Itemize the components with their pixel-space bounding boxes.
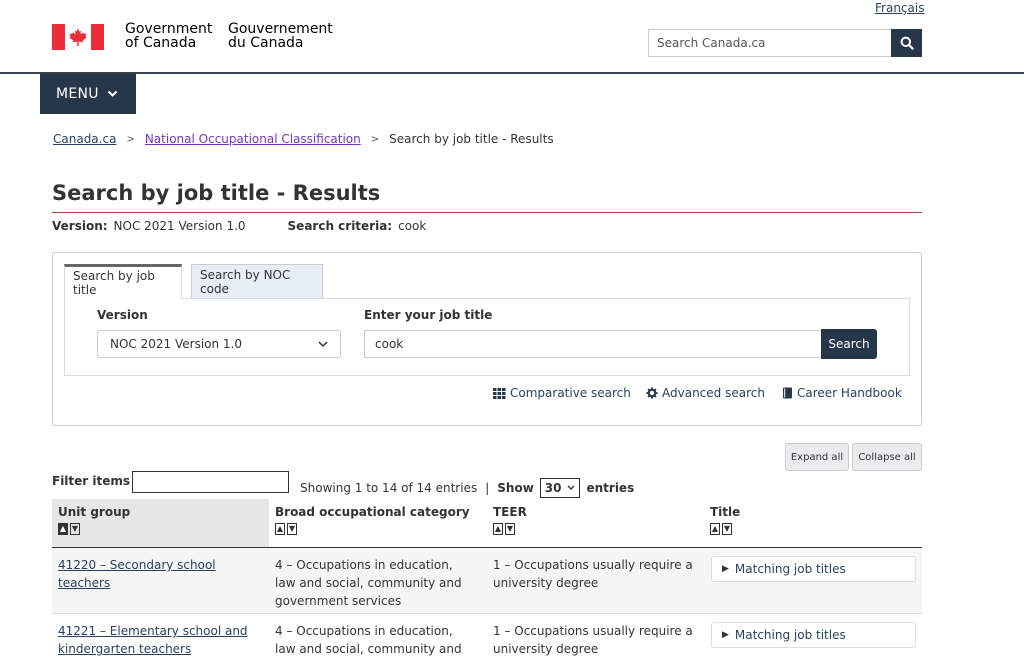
unit-group-link[interactable]: 41221 – Elementary school and kindergart… [58,622,258,658]
category-cell: 4 – Occupations in education, law and so… [275,558,462,608]
unit-group-link[interactable]: 41220 – Secondary school teachers [58,556,264,592]
government-signature-fr: Gouvernement du Canada [228,21,333,51]
breadcrumb-separator: > [370,133,380,145]
sort-descending-icon[interactable]: ▼ [70,523,80,535]
column-header-label: Title [710,505,741,519]
sort-ascending-icon[interactable]: ▲ [58,523,68,535]
advanced-search-link[interactable]: Advanced search [646,386,765,400]
search-submit-button[interactable]: Search [821,329,877,359]
filter-input[interactable] [132,471,289,493]
version-select[interactable]: NOC 2021 Version 1.0 [97,330,341,358]
table-row: 41221 – Elementary school and kindergart… [52,614,922,661]
sort-descending-icon[interactable]: ▼ [505,523,515,535]
tab-search-by-noc-code[interactable]: Search by NOC code [191,264,323,299]
version-field-label: Version [97,308,148,322]
site-search-button[interactable] [891,29,922,57]
matching-job-titles-toggle[interactable]: ▶ Matching job titles [711,622,916,648]
gear-icon [646,387,658,399]
career-handbook-link[interactable]: Career Handbook [782,386,902,400]
header-divider [0,72,1024,74]
book-icon [783,387,792,399]
collapse-all-button[interactable]: Collapse all [852,443,922,471]
version-select-value: NOC 2021 Version 1.0 [110,337,242,351]
filter-label: Filter items [52,474,131,488]
toggle-label: Matching job titles [734,628,846,642]
career-handbook-label: Career Handbook [797,386,902,400]
comparative-search-link[interactable]: Comparative search [493,386,631,400]
entries-label: entries [586,481,635,495]
title-underline [52,212,922,213]
sort-controls[interactable]: ▲ ▼ [58,523,263,535]
chevron-down-icon [567,485,575,490]
toggle-label: Matching job titles [734,562,846,576]
menu-label: MENU [56,86,99,102]
grid-icon [493,387,506,399]
version-value: NOC 2021 Version 1.0 [113,219,246,233]
entries-count: Showing 1 to 14 of 14 entries [300,481,478,495]
job-title-field-label: Enter your job title [364,308,493,322]
main-menu-button[interactable]: MENU [40,74,136,114]
sort-controls[interactable]: ▲ ▼ [275,523,481,535]
maple-leaf-icon [69,28,87,46]
criteria-label: Search criteria: [287,219,393,233]
category-cell: 4 – Occupations in education, law and so… [275,624,462,661]
chevron-down-icon [107,90,118,97]
column-header-label: Unit group [58,505,131,519]
expand-triangle-icon: ▶ [722,564,729,574]
comparative-search-label: Comparative search [510,386,631,400]
sort-ascending-icon[interactable]: ▲ [275,523,285,535]
sort-controls[interactable]: ▲ ▼ [710,523,916,535]
breadcrumb: Canada.ca > National Occupational Classi… [53,132,554,146]
job-title-input[interactable]: cook [364,330,821,358]
version-label: Version: [52,219,108,233]
sort-controls[interactable]: ▲ ▼ [493,523,698,535]
breadcrumb-canada[interactable]: Canada.ca [53,132,116,146]
column-header-title[interactable]: Title ▲ ▼ [704,499,922,548]
search-meta: Version: NOC 2021 Version 1.0 Search cri… [52,219,426,233]
site-search-input[interactable]: Search Canada.ca [648,29,891,57]
table-row: 41220 – Secondary school teachers 4 – Oc… [52,548,922,614]
column-header-teer[interactable]: TEER ▲ ▼ [487,499,704,548]
sort-descending-icon[interactable]: ▼ [287,523,297,535]
page-length-select[interactable]: 30 [539,478,581,498]
show-label: Show [497,481,534,495]
teer-cell: 1 – Occupations usually require a univer… [493,558,693,590]
entries-info: Showing 1 to 14 of 14 entries | Show 30 … [300,478,634,498]
column-header-label: Broad occupational category [275,505,470,519]
language-toggle-link[interactable]: Français [875,1,924,15]
expand-all-button[interactable]: Expand all [785,443,849,471]
canada-flag-logo[interactable] [52,24,104,50]
breadcrumb-noc[interactable]: National Occupational Classification [145,132,361,146]
sort-ascending-icon[interactable]: ▲ [710,523,720,535]
breadcrumb-current: Search by job title - Results [389,132,554,146]
government-signature-en: Government of Canada [125,21,213,51]
page-title: Search by job title - Results [52,181,381,205]
sort-ascending-icon[interactable]: ▲ [493,523,503,535]
page-length-value: 30 [544,481,562,495]
teer-cell: 1 – Occupations usually require a univer… [493,624,693,656]
column-header-label: TEER [493,505,527,519]
column-header-category[interactable]: Broad occupational category ▲ ▼ [269,499,487,548]
sort-descending-icon[interactable]: ▼ [722,523,732,535]
chevron-down-icon [318,340,328,347]
breadcrumb-separator: > [126,133,135,145]
matching-job-titles-toggle[interactable]: ▶ Matching job titles [711,556,916,582]
expand-triangle-icon: ▶ [722,630,729,640]
search-icon [900,36,914,50]
column-header-unit-group[interactable]: Unit group ▲ ▼ [52,499,269,548]
criteria-value: cook [398,219,427,233]
advanced-search-label: Advanced search [662,386,765,400]
tab-search-by-job-title[interactable]: Search by job title [64,264,182,299]
